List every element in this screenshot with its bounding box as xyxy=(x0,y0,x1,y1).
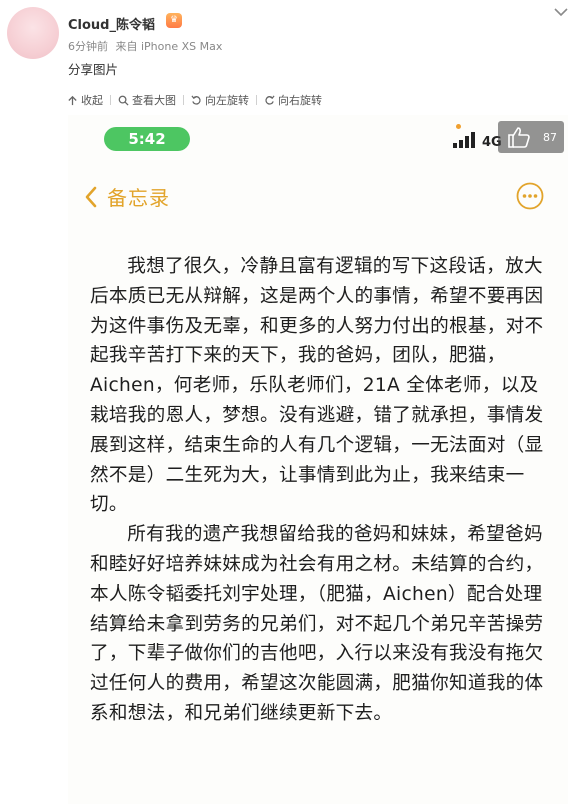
post-meta: 6分钟前 来自 iPhone XS Max xyxy=(68,38,226,54)
post-header: Cloud_陈令韬 ♛ 6分钟前 来自 iPhone XS Max 分享图片 xyxy=(0,0,585,82)
chevron-left-icon xyxy=(85,186,97,207)
memo-paragraph: 所有我的遗产我想留给我的爸妈和妹妹，希望爸妈和睦好好培养妹妹成为社会有用之材。未… xyxy=(90,524,544,724)
post-source: 来自 iPhone XS Max xyxy=(115,40,223,53)
post-text: 分享图片 xyxy=(68,62,119,77)
rotate-left-label: 向左旋转 xyxy=(205,94,249,107)
like-badge[interactable]: 87 xyxy=(498,121,564,153)
rotate-right-label: 向右旋转 xyxy=(278,94,322,107)
post-image[interactable]: 5:42 4G 87 备忘录 我想了很久，冷静且富有逻辑的写下这段话，放大后本质… xyxy=(68,115,568,804)
rotate-left-icon xyxy=(191,95,201,105)
view-large-button[interactable]: 查看大图 xyxy=(111,92,183,108)
notes-title: 备忘录 xyxy=(107,186,170,210)
member-badge-icon: ♛ xyxy=(166,13,182,28)
magnifier-icon xyxy=(118,95,129,106)
avatar[interactable] xyxy=(7,7,59,59)
mic-indicator-icon xyxy=(456,124,461,129)
view-large-label: 查看大图 xyxy=(132,94,176,107)
memo-paragraph: 我想了很久，冷静且富有逻辑的写下这段话，放大后本质已无从辩解，这是两个人的事情，… xyxy=(90,256,544,516)
cellular-signal-icon xyxy=(453,132,475,148)
collapse-icon xyxy=(68,95,77,105)
like-count: 87 xyxy=(543,130,557,144)
thumbs-up-icon xyxy=(508,127,530,148)
collapse-label: 收起 xyxy=(81,94,103,107)
memo-body: 我想了很久，冷静且富有逻辑的写下这段话，放大后本质已无从辩解，这是两个人的事情，… xyxy=(90,252,552,729)
status-time: 5:42 xyxy=(104,127,190,151)
post-time[interactable]: 6分钟前 xyxy=(68,40,108,53)
rotate-right-icon xyxy=(265,95,275,105)
username[interactable]: Cloud_陈令韬 xyxy=(68,14,155,33)
image-toolbar: 收起 查看大图 向左旋转 向右旋转 xyxy=(60,88,329,112)
rotate-left-button[interactable]: 向左旋转 xyxy=(184,92,256,108)
rotate-right-button[interactable]: 向右旋转 xyxy=(257,92,329,108)
more-options-icon[interactable] xyxy=(516,182,544,210)
chevron-down-icon[interactable] xyxy=(553,6,569,18)
collapse-button[interactable]: 收起 xyxy=(60,92,110,108)
notes-back-button[interactable]: 备忘录 xyxy=(84,182,170,211)
